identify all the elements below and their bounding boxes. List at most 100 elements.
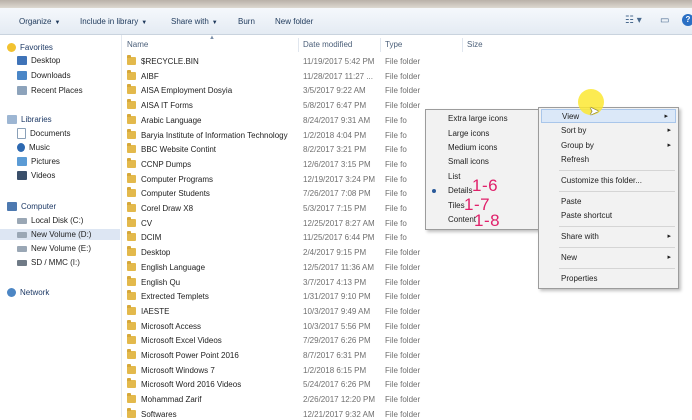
menu-item-extra-large-icons[interactable]: Extra large icons	[426, 112, 543, 126]
file-name: AISA Employment Dosyia	[141, 86, 233, 96]
nav-computer[interactable]: Computer	[7, 201, 56, 212]
file-row[interactable]: Microsoft Windows 7 1/2/2018 6:15 PM File …	[127, 363, 567, 376]
column-header-name[interactable]: Name	[127, 40, 148, 49]
file-name: $RECYCLE.BIN	[141, 57, 199, 66]
menu-item-small-icons[interactable]: Small icons	[426, 155, 543, 169]
column-header-type[interactable]: Type	[385, 40, 402, 49]
menu-item-customize[interactable]: Customize this folder...	[539, 174, 678, 188]
nav-sd-mmc[interactable]: SD / MMC (I:)	[17, 257, 80, 268]
file-row[interactable]: Mohammad Zarif 2/26/2017 12:20 PM File fol…	[127, 393, 567, 405]
include-in-library-button[interactable]: Include in library ▼	[80, 17, 147, 26]
file-row[interactable]: IAESTE 10/3/2017 9:49 AM File folder	[127, 304, 567, 317]
nav-downloads[interactable]: Downloads	[17, 70, 71, 81]
file-row[interactable]: Microsoft Power Point 2016 8/7/2017 6:31 …	[127, 349, 567, 361]
menu-item-new[interactable]: New ▸	[539, 251, 678, 265]
file-type: File fo	[385, 145, 407, 155]
file-row[interactable]: $RECYCLE.BIN 11/19/2017 5:42 PM File folde…	[127, 55, 567, 67]
menu-item-paste[interactable]: Paste	[539, 195, 678, 209]
new-folder-button[interactable]: New folder	[275, 17, 313, 26]
nav-new-volume-e[interactable]: New Volume (E:)	[17, 243, 91, 254]
column-divider[interactable]	[380, 38, 381, 52]
file-type: File folder	[385, 321, 421, 331]
file-type: File folder	[385, 365, 421, 375]
menu-item-group-by[interactable]: Group by ▸	[539, 139, 678, 153]
menu-item-large-icons[interactable]: Large icons	[426, 127, 543, 141]
file-name: Arabic Language	[141, 115, 202, 125]
menu-separator	[559, 191, 675, 192]
list-label: List	[448, 172, 461, 181]
file-row[interactable]: Softwares 12/21/2017 9:32 AM File folder	[127, 407, 567, 420]
share-label: Share with	[171, 17, 209, 26]
nav-favorites[interactable]: Favorites	[7, 42, 53, 53]
nav-documents[interactable]: Documents	[17, 128, 70, 140]
file-name: Microsoft Word 2016 Videos	[141, 380, 242, 390]
file-name: Microsoft Access	[141, 321, 202, 331]
views-icon[interactable]: ☷ ▾	[625, 15, 642, 26]
file-date: 12/19/2017 3:24 PM	[303, 174, 376, 184]
submenu-arrow-icon: ▸	[664, 113, 668, 120]
nav-network[interactable]: Network	[7, 287, 49, 298]
menu-item-properties[interactable]: Properties	[539, 272, 678, 286]
file-date: 12/5/2017 11:36 AM	[303, 262, 375, 272]
file-type: File fo	[385, 115, 407, 125]
file-type: File folder	[385, 101, 421, 111]
file-date: 8/7/2017 6:31 PM	[303, 351, 367, 360]
pictures-icon	[17, 157, 27, 167]
nav-videos-label: Videos	[31, 171, 56, 180]
file-row[interactable]: DCIM 11/25/2017 6:44 PM File fo	[127, 231, 567, 243]
command-bar: Organize ▼ Include in library ▼ Share with…	[0, 8, 692, 35]
file-date: 10/3/2017 9:49 AM	[303, 306, 371, 316]
nav-videos[interactable]: Videos	[17, 170, 55, 181]
file-date: 1/31/2017 9:10 PM	[303, 292, 371, 302]
folder-icon	[127, 319, 136, 330]
nav-recent-label: Recent Places	[31, 86, 83, 95]
nav-pictures[interactable]: Pictures	[17, 156, 60, 167]
column-divider[interactable]	[298, 38, 299, 52]
file-row[interactable]: Desktop 2/4/2017 9:15 PM File folder	[127, 246, 567, 258]
nav-favorites-label: Favorites	[20, 43, 53, 52]
file-row[interactable]: English Qu 3/7/2017 4:13 PM File folder	[127, 275, 567, 288]
file-date: 1/2/2018 4:04 PM	[303, 130, 367, 140]
computer-icon	[7, 202, 17, 212]
preview-pane-icon[interactable]: ▭	[660, 15, 669, 26]
folder-icon	[127, 99, 136, 110]
file-row[interactable]: Microsoft Excel Videos 7/29/2017 6:26 PM F…	[127, 334, 567, 346]
nav-desktop[interactable]: Desktop	[17, 55, 60, 66]
column-divider[interactable]	[462, 38, 463, 52]
nav-local-disk-c[interactable]: Local Disk (C:)	[17, 215, 83, 226]
folder-icon	[127, 157, 136, 168]
file-date: 1/2/2018 6:15 PM	[303, 365, 367, 375]
annotation-content: 1-8	[474, 211, 501, 230]
file-date: 11/28/2017 11:27 ...	[303, 71, 373, 81]
menu-item-paste-shortcut[interactable]: Paste shortcut	[539, 209, 678, 223]
file-row[interactable]: English Language 12/5/2017 11:36 AM File f…	[127, 260, 567, 273]
file-row[interactable]: AISA Employment Dosyia 3/5/2017 9:22 AM Fi…	[127, 84, 567, 96]
file-type: File folder	[385, 277, 421, 287]
file-row[interactable]: AIBF 11/28/2017 11:27 ... File folder	[127, 69, 567, 82]
help-icon[interactable]: ?	[682, 14, 692, 26]
nav-libraries[interactable]: Libraries	[7, 114, 52, 125]
share-with-button[interactable]: Share with ▼	[171, 17, 218, 26]
menu-item-share-with[interactable]: Share with ▸	[539, 230, 678, 244]
file-row[interactable]: Microsoft Access 10/3/2017 5:56 PM File fo…	[127, 319, 567, 332]
menu-item-refresh[interactable]: Refresh	[539, 153, 678, 167]
menu-item-medium-icons[interactable]: Medium icons	[426, 141, 543, 155]
column-header-date[interactable]: Date modified	[303, 40, 352, 49]
organize-button[interactable]: Organize ▼	[19, 17, 60, 26]
window-top-edge	[0, 0, 692, 8]
file-name: Computer Students	[141, 189, 210, 199]
nav-new-volume-d[interactable]: New Volume (D:)	[0, 229, 120, 240]
paste-label: Paste	[561, 197, 582, 206]
menu-item-view[interactable]: View ▸	[541, 109, 676, 123]
file-type: File fo	[385, 130, 407, 140]
nav-music[interactable]: Music	[17, 142, 50, 153]
menu-item-sort-by[interactable]: Sort by ▸	[539, 124, 678, 138]
file-row[interactable]: Microsoft Word 2016 Videos 5/24/2017 6:26…	[127, 378, 567, 390]
column-header-size[interactable]: Size	[467, 40, 483, 49]
file-row[interactable]: Extrected Templets 1/31/2017 9:10 PM File …	[127, 290, 567, 302]
documents-icon	[17, 128, 26, 140]
burn-button[interactable]: Burn	[238, 17, 255, 26]
nav-recent-places[interactable]: Recent Places	[17, 85, 83, 96]
file-name: Extrected Templets	[141, 292, 209, 302]
file-type: File fo	[385, 189, 407, 199]
